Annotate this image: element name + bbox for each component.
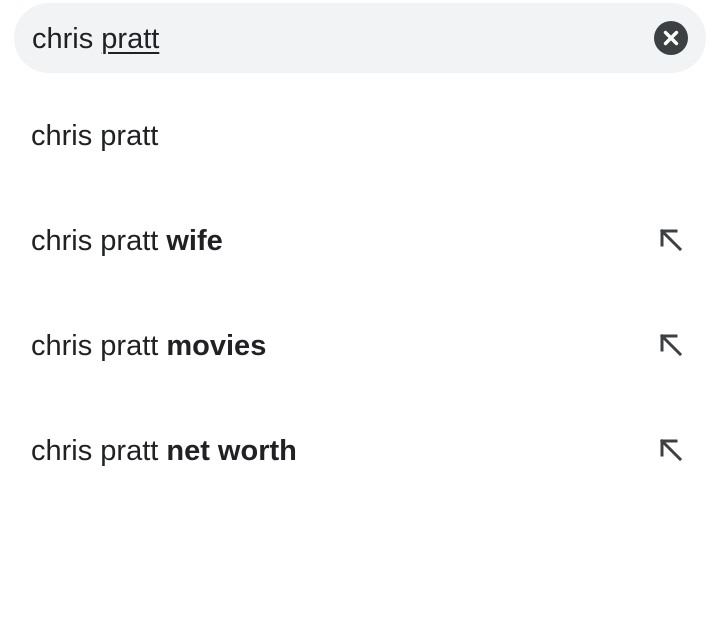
suggestion-text: chris pratt net worth [31,433,297,469]
suggestion-text: chris pratt [31,118,158,154]
suggestion-item[interactable]: chris pratt movies [0,294,720,399]
search-input[interactable]: chris pratt [32,21,159,57]
arrow-up-left-icon[interactable] [656,225,686,255]
query-underlined-word: pratt [101,23,160,55]
suggestion-item[interactable]: chris pratt [0,84,720,189]
suggestion-base-text: chris pratt [31,435,167,467]
close-icon [663,30,679,46]
arrow-up-left-icon[interactable] [656,435,686,465]
suggestion-completion-text: wife [166,225,223,257]
suggestion-item[interactable]: chris pratt wife [0,189,720,294]
suggestion-item[interactable]: chris pratt net worth [0,399,720,504]
search-bar[interactable]: chris pratt [14,3,706,73]
clear-search-button[interactable] [654,21,688,55]
suggestion-base-text: chris pratt [31,330,167,362]
suggestion-list: chris pratt chris pratt wife chris pratt… [0,84,720,504]
suggestion-text: chris pratt wife [31,223,223,259]
arrow-up-left-icon[interactable] [656,330,686,360]
suggestion-base-text: chris pratt [31,225,167,257]
suggestion-completion-text: net worth [166,435,297,467]
suggestion-text: chris pratt movies [31,328,266,364]
query-text: chris [32,23,102,55]
suggestion-completion-text: movies [166,330,267,362]
suggestion-base-text: chris pratt [31,120,159,152]
